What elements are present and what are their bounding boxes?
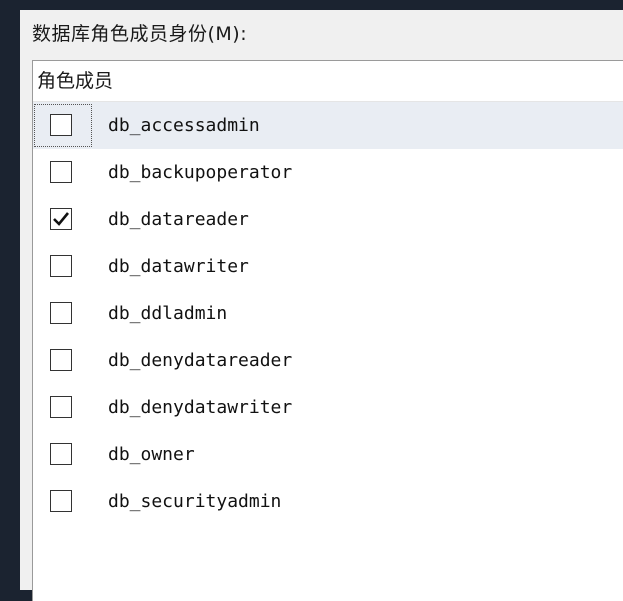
role-name: db_backupoperator — [108, 162, 293, 183]
checkmark-icon — [53, 118, 69, 132]
role-checkbox[interactable] — [50, 490, 72, 512]
role-checkbox[interactable] — [50, 114, 72, 136]
checkmark-icon — [53, 494, 69, 508]
role-membership-panel: 数据库角色成员身份(M): 角色成员 db_accessadmin db_bac… — [20, 10, 623, 601]
role-checkbox[interactable] — [50, 443, 72, 465]
column-header-role-members[interactable]: 角色成员 — [33, 61, 623, 102]
role-name: db_ddladmin — [108, 303, 228, 324]
role-members-list[interactable]: 角色成员 db_accessadmin db_backupoperator db… — [32, 60, 623, 601]
checkmark-icon — [53, 165, 69, 179]
checkmark-icon — [53, 400, 69, 414]
list-item[interactable]: db_datawriter — [33, 243, 623, 290]
list-item[interactable]: db_backupoperator — [33, 149, 623, 196]
role-name: db_datareader — [108, 209, 249, 230]
role-name: db_securityadmin — [108, 491, 282, 512]
list-item[interactable]: db_owner — [33, 431, 623, 478]
checkmark-icon — [53, 353, 69, 367]
role-membership-label: 数据库角色成员身份(M): — [32, 23, 248, 45]
checkmark-icon — [53, 306, 69, 320]
list-item[interactable]: db_accessadmin — [33, 102, 623, 149]
checkmark-icon — [53, 212, 69, 226]
role-checkbox[interactable] — [50, 302, 72, 324]
role-rows: db_accessadmin db_backupoperator db_data… — [33, 102, 623, 525]
list-item[interactable]: db_denydatawriter — [33, 384, 623, 431]
role-name: db_denydatawriter — [108, 397, 293, 418]
role-checkbox[interactable] — [50, 208, 72, 230]
list-item[interactable]: db_ddladmin — [33, 290, 623, 337]
list-item[interactable]: db_securityadmin — [33, 478, 623, 525]
role-name: db_denydatareader — [108, 350, 293, 371]
checkmark-icon — [53, 259, 69, 273]
role-checkbox[interactable] — [50, 396, 72, 418]
role-checkbox[interactable] — [50, 161, 72, 183]
role-checkbox[interactable] — [50, 255, 72, 277]
list-item[interactable]: db_denydatareader — [33, 337, 623, 384]
role-name: db_datawriter — [108, 256, 249, 277]
list-item[interactable]: db_datareader — [33, 196, 623, 243]
checkmark-icon — [53, 447, 69, 461]
role-checkbox[interactable] — [50, 349, 72, 371]
role-name: db_owner — [108, 444, 195, 465]
role-name: db_accessadmin — [108, 115, 260, 136]
